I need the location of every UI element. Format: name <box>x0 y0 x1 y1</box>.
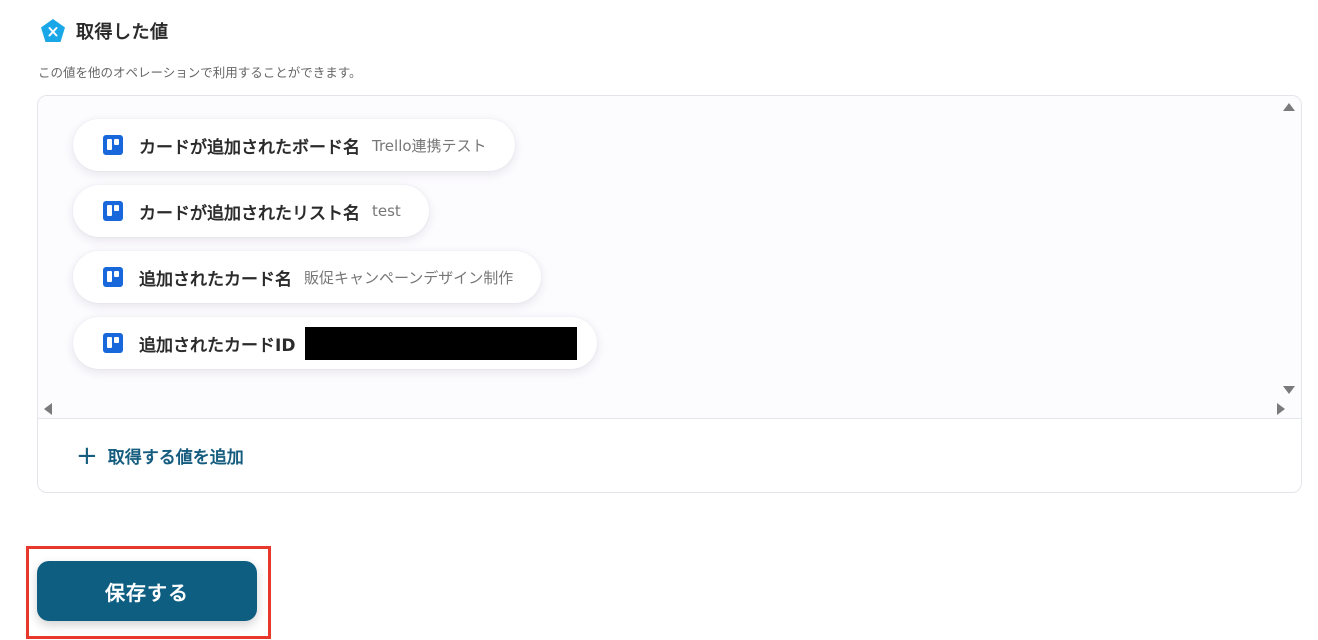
yoom-pentagon-x-icon <box>41 19 65 42</box>
acquired-values-panel: カードが追加されたボード名 Trello連携テスト カードが追加されたリスト名 … <box>37 95 1302 493</box>
section-header: 取得した値 <box>40 18 169 44</box>
trello-icon <box>103 333 123 353</box>
scroll-left-arrow[interactable] <box>44 403 52 415</box>
value-chip-card-name[interactable]: 追加されたカード名 販促キャンペーンデザイン制作 <box>73 251 542 303</box>
scroll-down-arrow[interactable] <box>1283 386 1295 394</box>
value-chip-list-name[interactable]: カードが追加されたリスト名 test <box>73 185 429 237</box>
value-chip-label: 追加されたカード名 <box>139 269 292 290</box>
trello-icon <box>103 201 123 221</box>
redacted-value <box>305 326 578 360</box>
scroll-right-arrow[interactable] <box>1277 403 1285 415</box>
trello-icon <box>103 135 123 155</box>
value-chip-card-id[interactable]: 追加されたカードID <box>73 317 598 369</box>
values-scroll-area[interactable]: カードが追加されたボード名 Trello連携テスト カードが追加されたリスト名 … <box>38 96 1301 419</box>
add-value-label: 取得する値を追加 <box>107 448 244 468</box>
scroll-up-arrow[interactable] <box>1283 103 1295 111</box>
section-description: この値を他のオペレーションで利用することができます。 <box>38 65 362 80</box>
value-chip-label: カードが追加されたリスト名 <box>139 203 360 224</box>
value-chip-label: カードが追加されたボード名 <box>139 137 360 158</box>
value-chip-label: 追加されたカードID <box>139 335 296 356</box>
save-button[interactable]: 保存する <box>37 561 257 621</box>
plus-icon: + <box>76 440 98 471</box>
value-chip-board-name[interactable]: カードが追加されたボード名 Trello連携テスト <box>73 119 515 171</box>
value-chip-value: 販促キャンペーンデザイン制作 <box>304 268 514 287</box>
section-title: 取得した値 <box>76 22 169 43</box>
value-chip-value: Trello連携テスト <box>372 136 487 155</box>
add-value-button[interactable]: + 取得する値を追加 <box>76 440 244 471</box>
trello-icon <box>103 267 123 287</box>
value-chip-value: test <box>372 202 401 220</box>
